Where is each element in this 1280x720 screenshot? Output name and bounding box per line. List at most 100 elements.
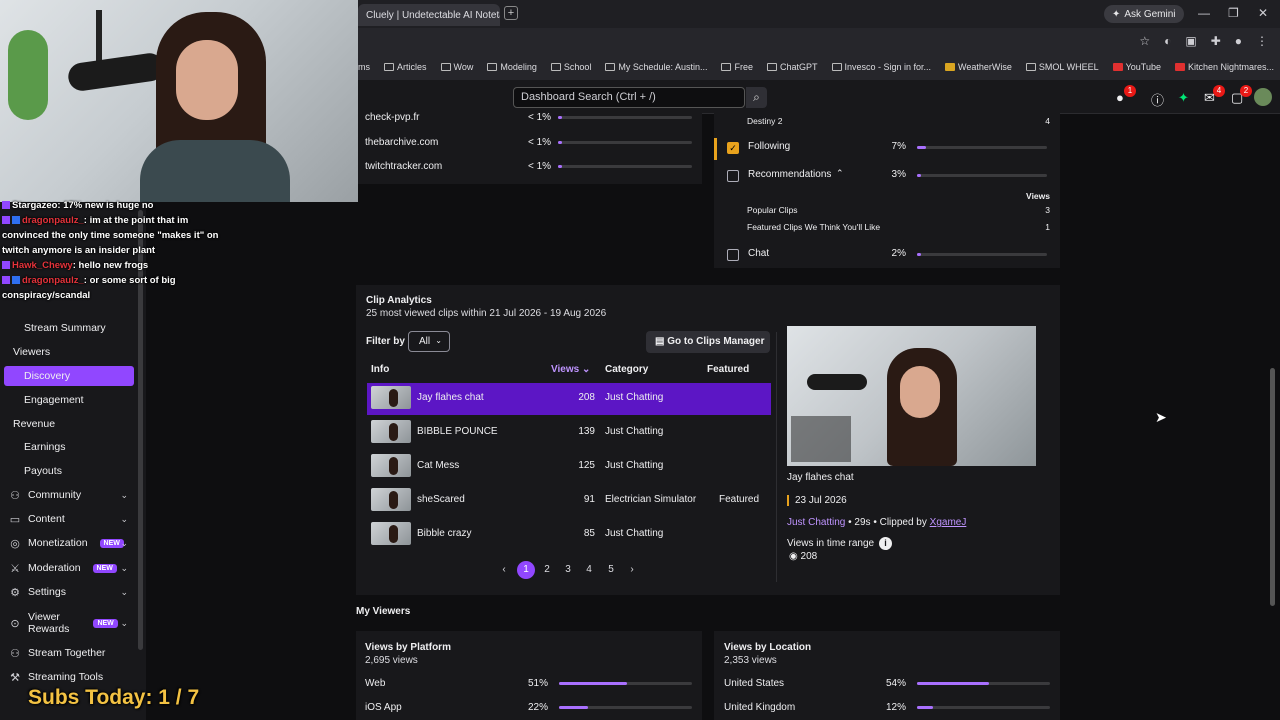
kitchen-icon	[1174, 63, 1185, 71]
platform-row-label: Web	[365, 678, 386, 689]
bookmark-item[interactable]: Invesco - Sign in for...	[831, 62, 931, 72]
filter-select[interactable]: All ⌄	[408, 331, 450, 352]
views-column-header: Views	[1026, 191, 1050, 201]
monetization-icon: ◎	[10, 537, 20, 550]
sidebar-item-community[interactable]: ⚇ Community ⌄	[0, 485, 140, 505]
sidebar-item-revenue[interactable]: Revenue	[0, 414, 140, 434]
notifications-icon[interactable]: ●	[1116, 90, 1124, 105]
checkbox-icon[interactable]	[727, 249, 739, 261]
sidebar-item-discovery[interactable]: Discovery	[4, 366, 134, 386]
bookmark-item[interactable]: Free	[721, 62, 753, 72]
pagination-page[interactable]: 3	[559, 561, 577, 579]
preview-clipper-link[interactable]: XgameJ	[930, 517, 967, 528]
bookmark-item[interactable]: SMOL WHEEL	[1025, 62, 1099, 72]
ask-gemini-button[interactable]: ✦ Ask Gemini	[1104, 5, 1184, 23]
clip-featured: Featured	[719, 494, 760, 505]
clip-views: 85	[583, 528, 595, 539]
cast-icon[interactable]: ▣	[1185, 34, 1196, 48]
selected-indicator	[714, 138, 717, 160]
bookmark-item[interactable]: Kitchen Nightmares...	[1174, 62, 1274, 72]
sidebar-item-stream-summary[interactable]: Stream Summary	[0, 318, 140, 338]
bookmark-item[interactable]: Articles	[384, 62, 427, 72]
filter-label: Filter by	[366, 336, 405, 347]
close-window-icon[interactable]: ✕	[1258, 6, 1268, 20]
menu-dots-icon[interactable]: ⋮	[1256, 34, 1268, 48]
clip-row[interactable]: BIBBLE POUNCE 139 Just Chatting	[367, 417, 771, 449]
extension-icon[interactable]: ◐	[1164, 34, 1171, 48]
subs-today-overlay: Subs Today: 1 / 7	[28, 686, 200, 709]
sub-source-label: Popular Clips	[747, 205, 798, 215]
sidebar-item-stream-together[interactable]: ⚇ Stream Together	[0, 643, 140, 663]
profile-icon[interactable]: ●	[1235, 34, 1242, 48]
sidebar-item-settings[interactable]: ⚙ Settings ⌄	[0, 582, 140, 602]
ai-sparkle-icon[interactable]: ✦	[1178, 90, 1189, 106]
location-bar	[917, 682, 1050, 685]
avatar[interactable]	[1254, 88, 1272, 106]
sidebar-item-viewers[interactable]: Viewers	[0, 342, 140, 362]
help-icon[interactable]: ⓘ	[1151, 90, 1164, 109]
clip-row[interactable]: sheScared 91 Electrician Simulator Featu…	[367, 485, 771, 517]
pagination-page[interactable]: 2	[538, 561, 556, 579]
referrer-pct: < 1%	[528, 112, 552, 123]
info-icon[interactable]: i	[879, 537, 892, 550]
sub-badge-icon	[2, 261, 10, 270]
pagination-page[interactable]: 4	[580, 561, 598, 579]
browser-tab-active[interactable]: Cluely | Undetectable AI Notetaker ✕	[358, 4, 500, 26]
restore-icon[interactable]: ❐	[1228, 6, 1239, 20]
clip-row[interactable]: Bibble crazy 85 Just Chatting	[367, 519, 771, 551]
sidebar-item-moderation[interactable]: ⚔ Moderation NEW ⌄	[0, 558, 140, 578]
folder-icon	[384, 63, 394, 71]
source-pct: 7%	[891, 141, 906, 152]
sidebar-item-content[interactable]: ▭ Content ⌄	[0, 509, 140, 529]
mod-badge-icon	[12, 216, 20, 225]
bookmark-item[interactable]: Wow	[440, 62, 473, 72]
bookmark-item[interactable]: Modeling	[487, 62, 537, 72]
new-tab-button[interactable]: +	[504, 6, 518, 20]
checkbox-checked-icon[interactable]: ✓	[727, 142, 739, 154]
sidebar-item-engagement[interactable]: Engagement	[0, 390, 140, 410]
source-bar	[917, 174, 1047, 177]
bookmark-item[interactable]: ChatGPT	[766, 62, 818, 72]
preview-clip-date: 23 Jul 2026	[787, 495, 847, 506]
stream-chat-overlay: Stargazeo: 17% new is huge no dragonpaul…	[2, 198, 232, 303]
folder-icon	[550, 63, 561, 71]
pagination-prev-icon[interactable]: ‹	[495, 561, 513, 579]
puzzle-icon[interactable]: ✚	[1211, 34, 1221, 48]
sidebar-item-streaming-tools[interactable]: ⚒ Streaming Tools	[0, 667, 140, 687]
clip-row[interactable]: Cat Mess 125 Just Chatting	[367, 451, 771, 483]
pagination-page[interactable]: 1	[517, 561, 535, 579]
preview-category-link[interactable]: Just Chatting	[787, 517, 845, 528]
clip-preview-video[interactable]	[787, 326, 1036, 466]
sidebar-item-payouts[interactable]: Payouts	[0, 461, 140, 481]
bookmark-item[interactable]: YouTube	[1112, 62, 1161, 72]
column-views-sort[interactable]: Views ⌄	[551, 364, 590, 375]
sidebar-item-viewer-rewards[interactable]: ⊙ Viewer Rewards NEW ⌄	[0, 610, 140, 636]
sidebar-item-earnings[interactable]: Earnings	[0, 437, 140, 457]
clip-views: 208	[578, 392, 595, 403]
bookmark-item[interactable]: School	[550, 62, 591, 72]
star-icon[interactable]: ☆	[1139, 34, 1150, 48]
clip-row-selected[interactable]: Jay flahes chat 208 Just Chatting	[367, 383, 771, 415]
location-row-pct: 54%	[885, 678, 906, 689]
bookmark-item[interactable]: My Schedule: Austin...	[605, 62, 707, 72]
referrer-row: check-pvp.fr < 1%	[365, 112, 695, 130]
pagination-next-icon[interactable]: ›	[623, 561, 641, 579]
chevron-up-icon[interactable]: ⌃	[836, 168, 844, 179]
search-icon[interactable]: ⌕	[746, 87, 767, 108]
dashboard-search-input[interactable]: Dashboard Search (Ctrl + /)	[513, 87, 745, 108]
platform-card-title: Views by Platform	[365, 642, 451, 653]
bookmark-item[interactable]: WeatherWise	[945, 62, 1012, 72]
sidebar-item-monetization[interactable]: ◎ Monetization NEW ⌄	[0, 533, 140, 553]
new-badge: NEW	[92, 563, 117, 573]
new-badge: NEW	[93, 618, 118, 628]
source-label: Following	[748, 141, 791, 152]
pagination-page[interactable]: 5	[602, 561, 620, 579]
page-scrollbar[interactable]	[1270, 368, 1275, 606]
minimize-icon[interactable]: —	[1198, 6, 1210, 20]
bookmark-item[interactable]: ms	[358, 62, 370, 72]
filter-value: All	[419, 336, 431, 347]
clips-manager-button[interactable]: ▤ Go to Clips Manager	[646, 331, 770, 353]
source-label: Chat	[748, 248, 770, 259]
checkbox-icon[interactable]	[727, 170, 739, 182]
chevron-down-icon: ⌄	[120, 562, 128, 573]
